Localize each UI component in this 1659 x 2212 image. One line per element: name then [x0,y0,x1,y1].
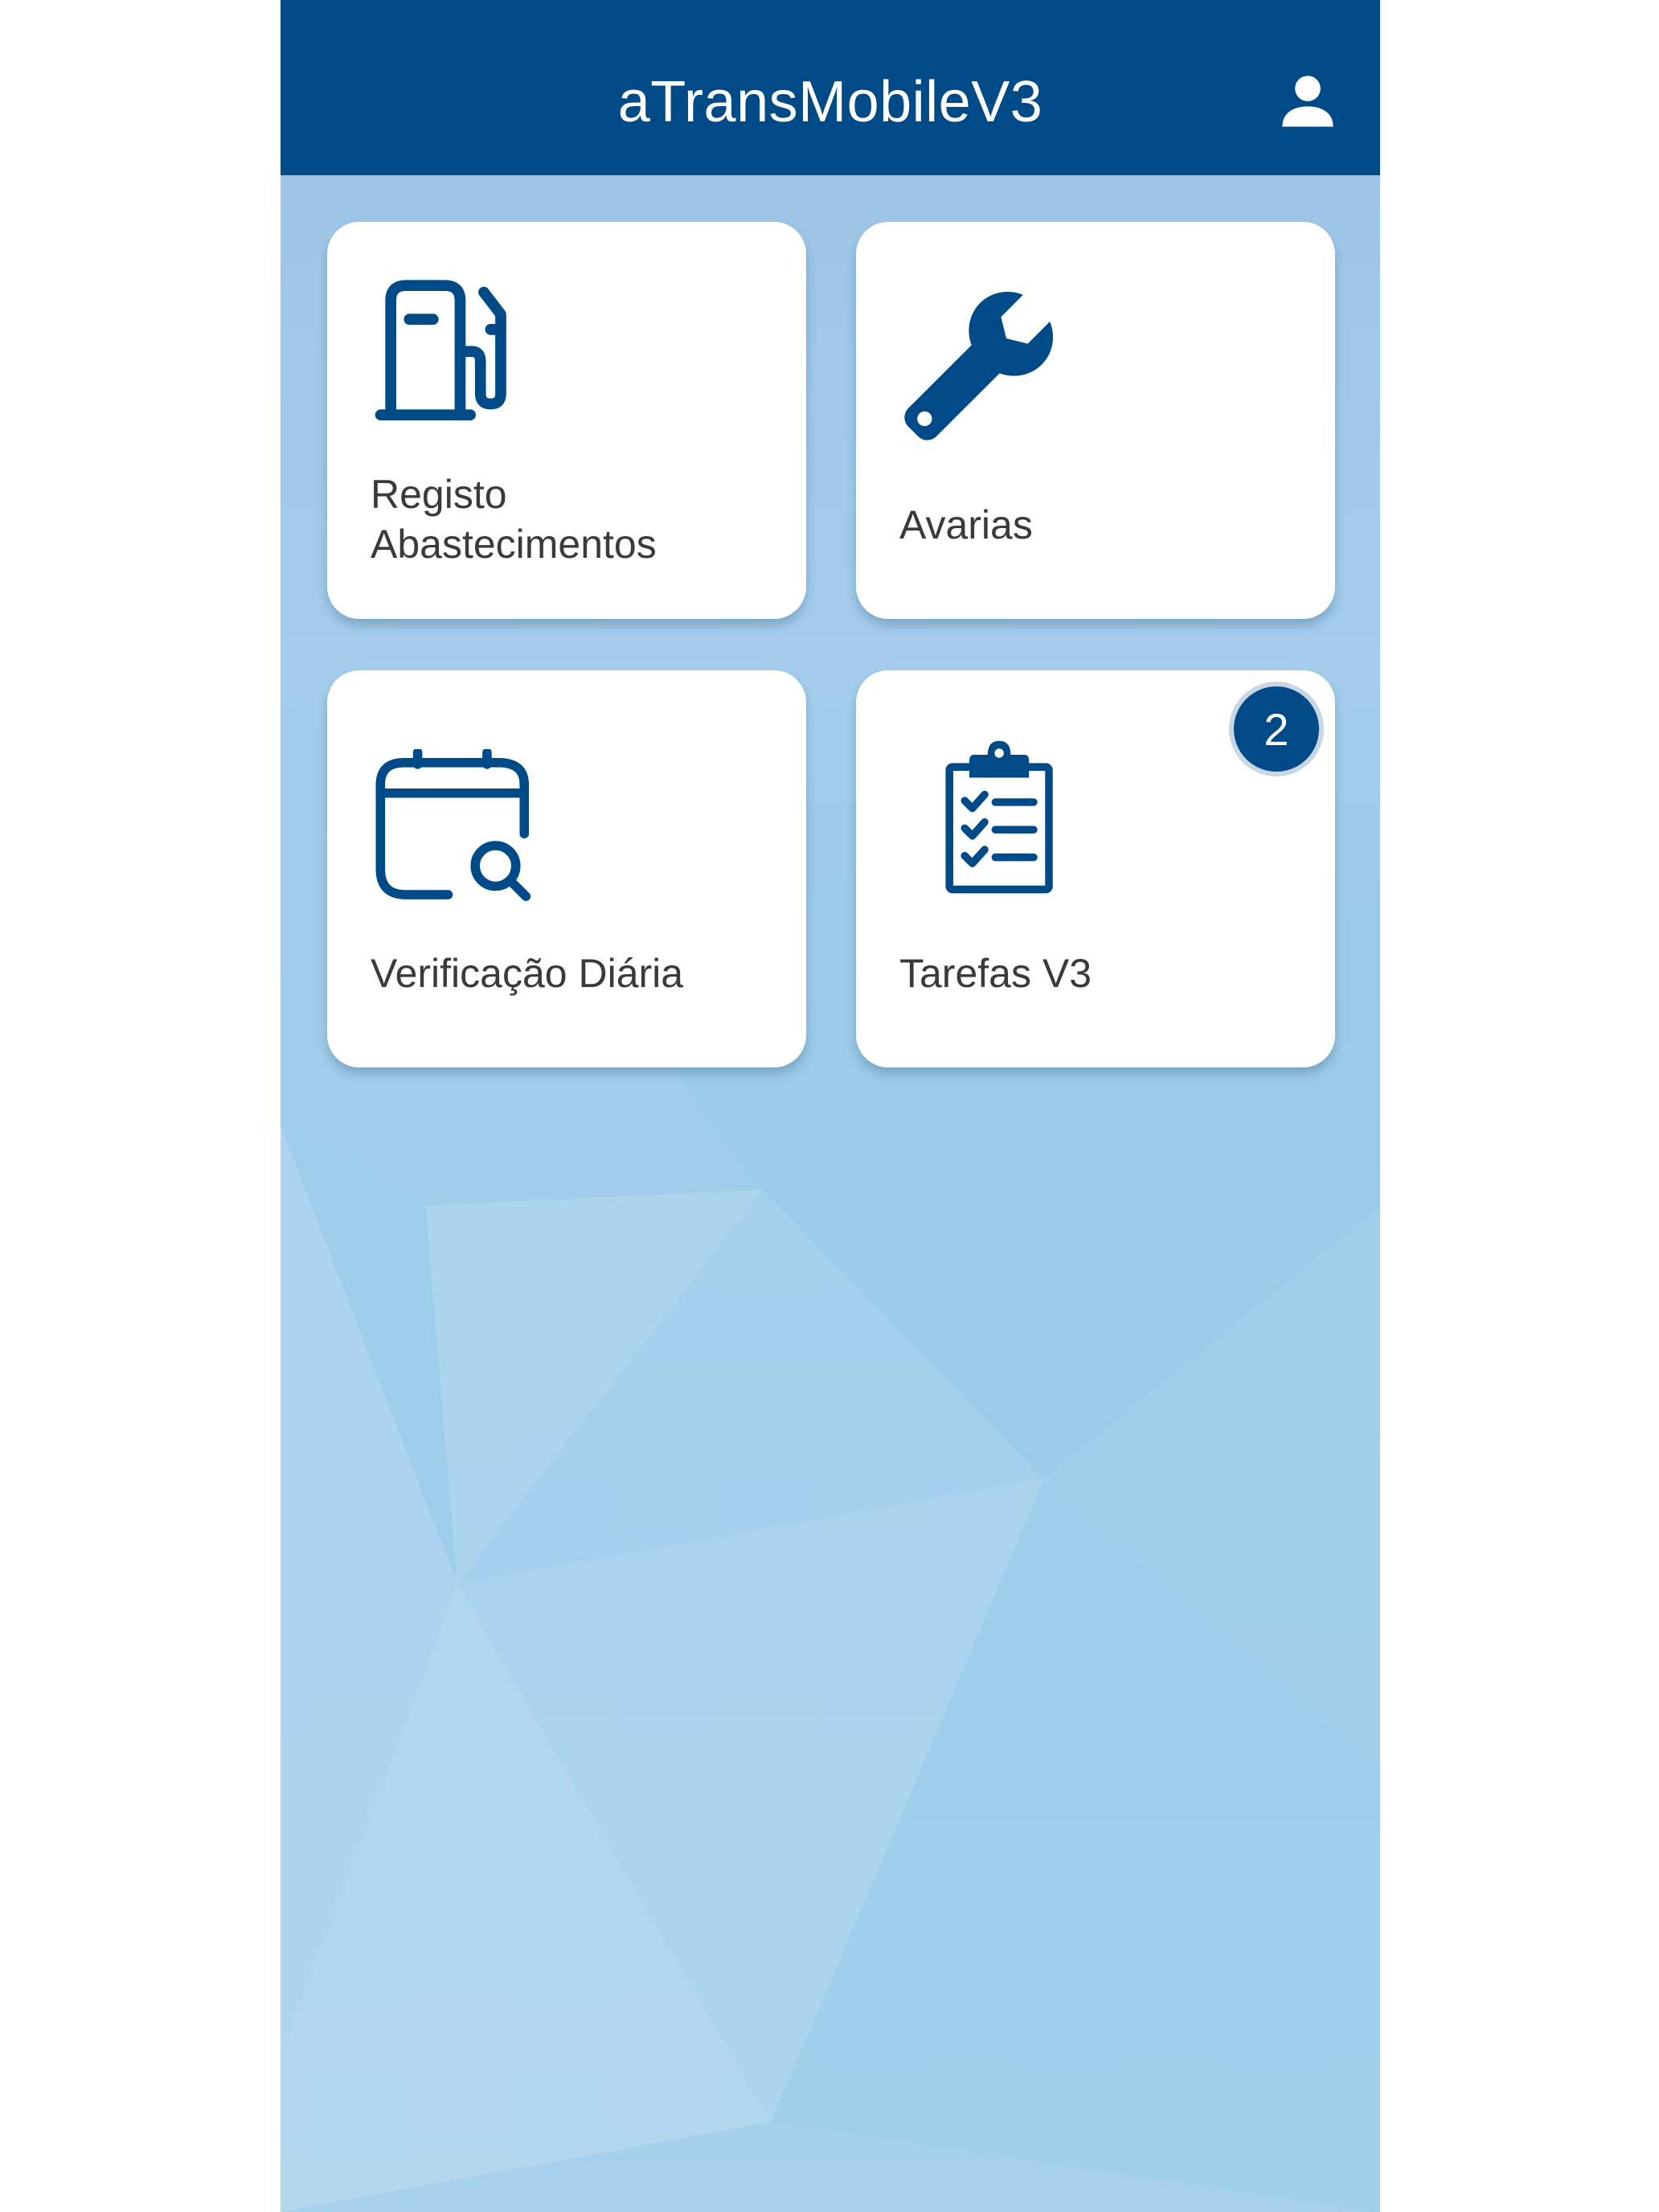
app-title: aTransMobileV3 [617,70,1043,134]
tile-label: Verificação Diária [371,951,684,996]
calendar-search-icon [375,749,531,901]
tile-avarias[interactable]: Avarias [856,222,1335,619]
user-icon [1282,76,1333,127]
app-screen: aTransMobileV3 Registo Abastecimentos Av… [281,0,1380,2212]
tile-label: Registo Abastecimentos [371,472,657,567]
tile-registo-abastecimentos[interactable]: Registo Abastecimentos [327,222,806,619]
tile-verificacao-diaria[interactable]: Verificação Diária [327,670,806,1067]
tile-label: Tarefas V3 [899,951,1092,996]
user-profile-button[interactable] [1271,64,1345,138]
tile-tarefas-v3[interactable]: Tarefas V3 2 [856,670,1335,1067]
wrench-icon [904,291,1054,440]
app-header: aTransMobileV3 [281,0,1380,175]
notification-badge: 2 [1229,682,1324,776]
fuel-pump-icon [375,280,506,421]
tile-label: Avarias [899,502,1033,547]
clipboard-checklist-icon [945,740,1053,894]
